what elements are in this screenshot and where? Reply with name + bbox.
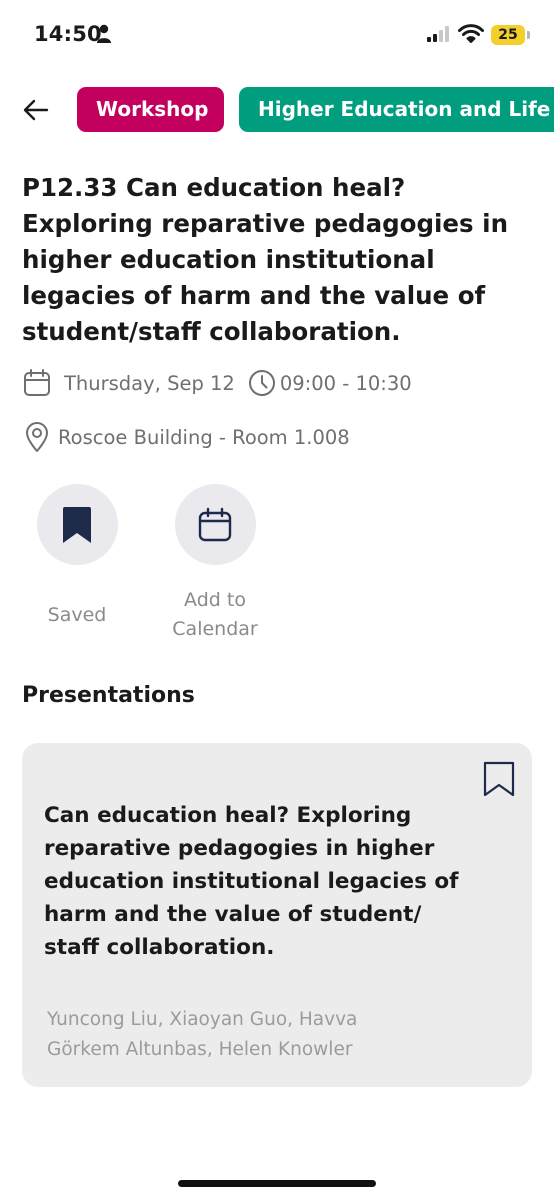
battery-icon: 25 <box>491 25 525 45</box>
tag-topic[interactable]: Higher Education and Life <box>239 87 554 132</box>
event-location-row: Roscoe Building - Room 1.008 <box>22 421 350 453</box>
event-location: Roscoe Building - Room 1.008 <box>58 425 350 449</box>
wifi-icon <box>458 24 484 47</box>
presentation-card[interactable]: Can education heal? Exploring reparative… <box>22 743 532 1087</box>
presentations-heading: Presentations <box>22 683 195 708</box>
add-to-calendar-label: Add to Calendar <box>172 589 258 640</box>
save-action: Saved <box>7 484 147 630</box>
presentation-title: Can education heal? Exploring reparative… <box>44 803 459 960</box>
presentation-bookmark-button[interactable] <box>480 759 518 799</box>
event-date: Thursday, Sep 12 <box>64 371 235 395</box>
bookmark-outline-icon <box>483 761 515 797</box>
presentation-authors: Yuncong Liu, Xiaoyan Guo, Havva Görkem A… <box>47 1009 358 1060</box>
status-bar: 14:50 25 <box>0 0 554 70</box>
add-to-calendar-button[interactable] <box>174 484 256 565</box>
signal-icon <box>427 26 451 47</box>
person-icon <box>96 24 112 48</box>
location-pin-icon <box>26 422 48 452</box>
tag-workshop[interactable]: Workshop <box>77 87 224 132</box>
calendar-add-icon <box>198 507 232 541</box>
bookmark-filled-icon <box>63 506 91 543</box>
status-time: 14:50 <box>34 22 102 46</box>
calendar-action: Add to Calendar <box>145 484 285 644</box>
home-indicator <box>178 1180 376 1187</box>
back-button[interactable] <box>20 94 52 126</box>
clock-icon <box>248 370 275 396</box>
save-button[interactable] <box>36 484 118 565</box>
saved-label: Saved <box>47 604 107 626</box>
event-title: P12.33 Can education heal? Exploring rep… <box>22 173 509 346</box>
calendar-icon <box>24 369 50 396</box>
arrow-left-icon <box>23 99 49 121</box>
battery-tip <box>527 31 530 39</box>
event-time: 09:00 - 10:30 <box>279 371 412 395</box>
event-datetime-row: Thursday, Sep 12 09:00 - 10:30 <box>22 368 412 398</box>
